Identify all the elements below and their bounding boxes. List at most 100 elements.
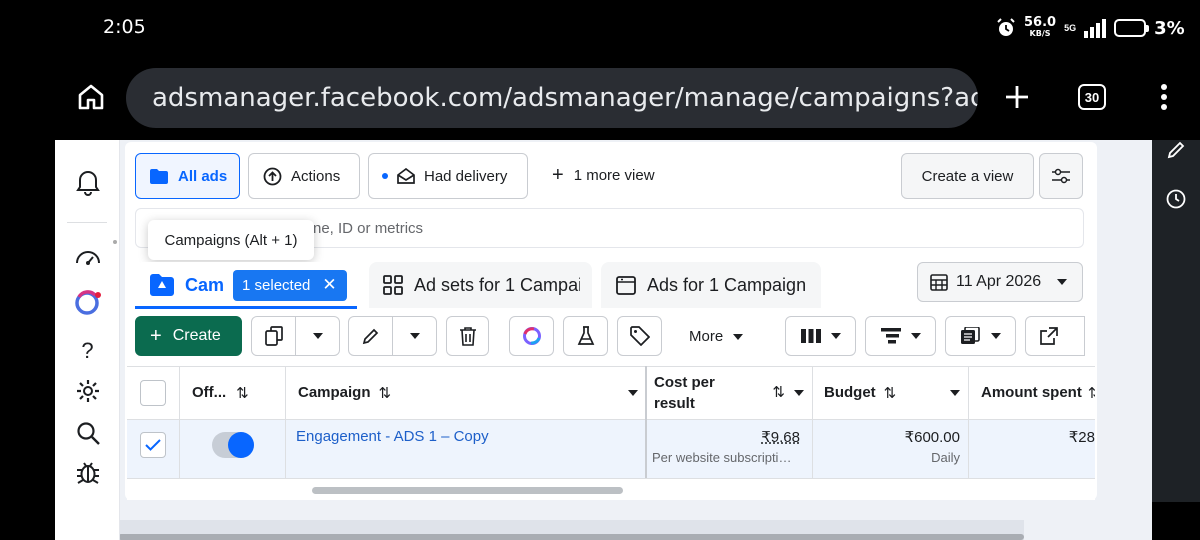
create-view-button[interactable]: Create a view	[901, 153, 1034, 199]
toggle-knob	[228, 432, 254, 458]
more-label: More	[689, 328, 724, 345]
row-checkbox[interactable]	[140, 432, 166, 458]
actions-view-button[interactable]: Actions	[248, 153, 360, 199]
meta-ai-icon[interactable]	[55, 288, 120, 318]
browser-menu-icon[interactable]	[1150, 80, 1178, 114]
breakdown-button[interactable]	[865, 316, 936, 356]
url-text: adsmanager.facebook.com/adsmanager/manag…	[152, 83, 978, 113]
date-range-picker[interactable]: 11 Apr 2026	[917, 262, 1083, 302]
edit-pencil-icon[interactable]	[349, 317, 393, 355]
bug-report-icon[interactable]	[55, 458, 120, 486]
search-icon[interactable]	[55, 420, 120, 446]
tab-campaigns[interactable]: Cam 1 selected ✕	[135, 262, 357, 308]
clear-selection-icon[interactable]: ✕	[322, 275, 336, 295]
meta-ai-button[interactable]	[509, 316, 554, 356]
duplicate-icon[interactable]	[252, 317, 296, 355]
export-button[interactable]	[1025, 316, 1085, 356]
selected-count: 1 selected	[242, 276, 311, 294]
tag-icon	[629, 326, 650, 346]
budget-header-label: Budget	[824, 384, 876, 401]
status-icons: 56.0 KB/S 5G 3%	[996, 14, 1185, 42]
edit-split-button[interactable]	[348, 316, 437, 356]
dashboard-gauge-icon[interactable]	[55, 246, 120, 266]
external-link-icon	[1040, 327, 1058, 345]
trash-icon	[459, 327, 476, 346]
select-all-checkbox[interactable]	[140, 380, 166, 406]
address-bar[interactable]: adsmanager.facebook.com/adsmanager/manag…	[126, 68, 978, 128]
delete-button[interactable]	[446, 316, 489, 356]
signal-icon	[1084, 19, 1107, 38]
active-dot	[382, 173, 388, 179]
history-clock-icon[interactable]	[1165, 188, 1187, 215]
reports-button[interactable]	[945, 316, 1016, 356]
campaigns-tooltip: Campaigns (Alt + 1)	[148, 220, 314, 260]
actions-label: Actions	[291, 167, 341, 185]
columns-button[interactable]	[785, 316, 856, 356]
envelope-icon	[397, 168, 415, 184]
had-delivery-label: Had delivery	[424, 167, 508, 185]
budget-value: ₹600.00	[904, 429, 960, 446]
campaign-flag-icon	[150, 274, 174, 296]
checkmark-icon	[145, 439, 161, 451]
sort-icon[interactable]: ⇅	[772, 382, 785, 403]
calendar-icon	[930, 274, 948, 291]
selected-badge[interactable]: 1 selected ✕	[233, 269, 347, 301]
create-label: Create	[172, 327, 221, 344]
chevron-down-icon	[830, 333, 841, 339]
column-header-cost-per-result[interactable]: Cost per result ⇅	[654, 366, 804, 419]
chevron-down-icon	[409, 333, 420, 339]
notifications-icon[interactable]	[55, 168, 120, 196]
amount-header-label: Amount spent	[981, 384, 1082, 401]
cost-header-line1: Cost per	[654, 373, 715, 391]
settings-icon[interactable]	[55, 378, 120, 404]
duplicate-split-button[interactable]	[251, 316, 340, 356]
table-horizontal-scrollbar[interactable]	[312, 487, 623, 494]
status-time: 2:05	[103, 16, 146, 38]
new-tab-icon[interactable]	[1000, 80, 1034, 114]
page-horizontal-scrollbar[interactable]	[118, 534, 1024, 540]
create-button[interactable]: + Create	[135, 316, 242, 356]
column-header-amount-spent[interactable]: Amount spent ⇅	[981, 366, 1095, 419]
tag-button[interactable]	[617, 316, 662, 356]
view-settings-button[interactable]	[1039, 153, 1083, 199]
flask-icon	[577, 326, 594, 345]
tab-ads-label: Ads for 1 Campaign	[647, 274, 807, 295]
chevron-down-icon[interactable]	[794, 389, 804, 396]
right-rail	[1152, 140, 1200, 502]
chevron-down-icon[interactable]	[950, 389, 960, 396]
sort-icon[interactable]: ⇅	[884, 384, 897, 402]
tab-switcher-button[interactable]: 30	[1078, 84, 1106, 110]
campaign-header-label: Campaign	[298, 384, 371, 401]
campaign-toggle[interactable]	[212, 432, 254, 458]
had-delivery-view-button[interactable]: Had delivery	[368, 153, 528, 199]
more-view-label: 1 more view	[573, 167, 655, 184]
sort-icon[interactable]: ⇅	[236, 384, 249, 402]
budget-subtext: Daily	[931, 450, 960, 465]
column-header-budget[interactable]: Budget ⇅	[824, 366, 960, 419]
duplicate-dropdown[interactable]	[296, 333, 339, 339]
cost-value[interactable]: ₹9.68	[654, 428, 800, 446]
home-icon[interactable]	[74, 80, 108, 114]
left-nav: ?	[55, 140, 120, 540]
reports-icon	[960, 327, 980, 344]
edit-pencil-icon[interactable]	[1166, 140, 1186, 165]
tab-adsets[interactable]: Ad sets for 1 Campai	[369, 262, 592, 308]
column-header-off[interactable]: Off... ⇅	[192, 366, 249, 419]
sort-icon[interactable]: ⇅	[1088, 384, 1095, 402]
more-views-button[interactable]: + 1 more view	[552, 164, 655, 187]
ab-test-button[interactable]	[563, 316, 608, 356]
network-type: 5G	[1064, 23, 1077, 33]
cost-header-line2: result	[654, 394, 695, 412]
tab-ads[interactable]: Ads for 1 Campaign	[601, 262, 821, 308]
campaign-name-link[interactable]: Engagement - ADS 1 – Copy	[296, 428, 489, 445]
column-header-campaign[interactable]: Campaign ⇅	[298, 366, 638, 419]
tab-campaigns-label: Cam	[185, 274, 225, 295]
chevron-down-icon[interactable]	[628, 389, 638, 396]
help-icon[interactable]: ?	[55, 338, 120, 364]
sort-icon[interactable]: ⇅	[379, 384, 392, 402]
more-actions-button[interactable]: More	[689, 328, 744, 345]
plus-icon: +	[552, 164, 564, 186]
all-ads-label: All ads	[178, 167, 228, 185]
edit-dropdown[interactable]	[393, 333, 436, 339]
all-ads-view-button[interactable]: All ads	[135, 153, 240, 199]
